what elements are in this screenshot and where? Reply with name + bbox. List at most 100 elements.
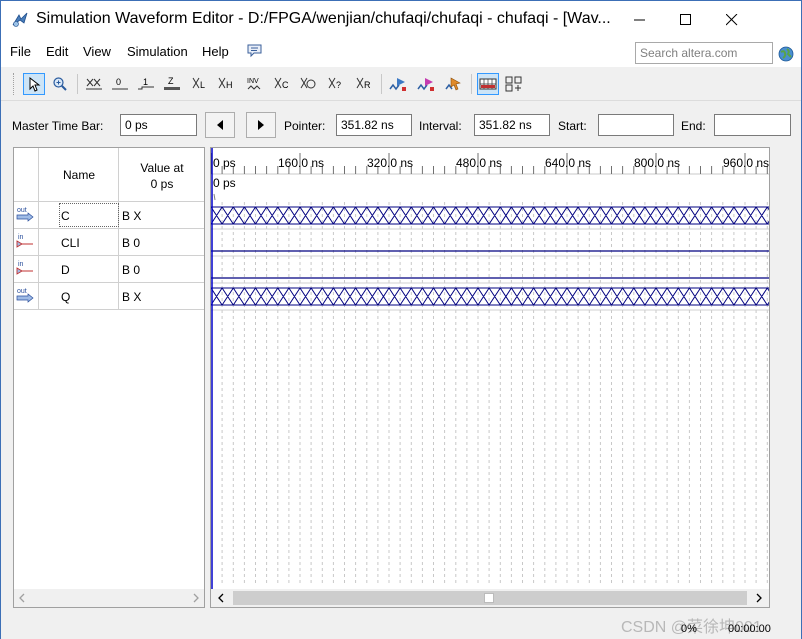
snap-to-grid-icon	[479, 78, 497, 90]
menu-view[interactable]: View	[83, 44, 111, 59]
value-header-line1: Value at	[140, 161, 184, 175]
signal-list-panel: Name Value at 0 ps out C B X in CLI B 0 …	[13, 147, 205, 608]
svg-text:1: 1	[143, 77, 148, 87]
force-weak-high-button[interactable]: H	[215, 73, 237, 95]
scroll-thumb-grip[interactable]	[484, 593, 494, 603]
ruler-label: 480.0 ns	[456, 156, 502, 170]
arbitrary-value-icon: R	[356, 77, 371, 90]
value-header-line2: 0 ps	[150, 177, 174, 191]
run-timing-simulation-button[interactable]	[415, 73, 437, 95]
toolbar-separator	[471, 74, 472, 94]
signal-name: D	[61, 263, 70, 277]
pointer-label: Pointer:	[284, 119, 326, 133]
menu-help[interactable]: Help	[202, 44, 229, 59]
app-icon	[12, 12, 28, 27]
menu-bar: File Edit View Simulation Help Search al…	[1, 39, 801, 67]
next-transition-button[interactable]	[246, 112, 276, 138]
force-low-button[interactable]: 0	[109, 73, 131, 95]
signal-row[interactable]: in D B 0	[14, 256, 204, 283]
waveform-panel[interactable]: 0 ps 160.0 ns 320.0 ns 480.0 ns 640.0 ns 800.…	[210, 147, 770, 608]
run-functional-simulation-icon	[389, 78, 406, 91]
menu-edit[interactable]: Edit	[46, 44, 68, 59]
interval-input[interactable]: 351.82 ns	[474, 114, 550, 136]
force-high-icon: 1	[138, 77, 154, 90]
start-input[interactable]	[598, 114, 674, 136]
force-high-button[interactable]: 1	[135, 73, 157, 95]
timeline-ruler[interactable]: 0 ps 160.0 ns 320.0 ns 480.0 ns 640.0 ns 800.…	[211, 153, 769, 174]
force-weak-low-button[interactable]: L	[189, 73, 211, 95]
waveform-hscrollbar[interactable]	[211, 589, 769, 607]
waveform-vscrollbar[interactable]	[772, 147, 793, 608]
svg-text:out: out	[17, 288, 27, 295]
scroll-right-icon[interactable]	[755, 593, 763, 603]
snap-to-grid-button[interactable]	[477, 73, 499, 95]
random-values-button[interactable]: ?	[325, 73, 347, 95]
previous-transition-button[interactable]	[205, 112, 235, 138]
run-functional-simulation-button[interactable]	[387, 73, 409, 95]
close-button[interactable]	[709, 1, 755, 39]
help-chat-icon[interactable]	[247, 44, 263, 58]
signal-row[interactable]: out C B X	[14, 202, 204, 229]
svg-text:C: C	[282, 80, 289, 90]
pointer-input[interactable]: 351.82 ns	[336, 114, 412, 136]
zoom-tool-icon	[53, 77, 67, 91]
menu-file[interactable]: File	[10, 44, 31, 59]
master-time-cursor-label: 0 ps	[213, 176, 236, 190]
end-input[interactable]	[714, 114, 791, 136]
title-bar: Simulation Waveform Editor - D:/FPGA/wen…	[1, 1, 801, 39]
count-value-button[interactable]: C	[271, 73, 293, 95]
svg-text:0: 0	[116, 77, 121, 87]
signal-value: B 0	[122, 263, 141, 277]
svg-text:H: H	[226, 80, 233, 90]
overwrite-clock-button[interactable]	[297, 73, 319, 95]
window-title: Simulation Waveform Editor - D:/FPGA/wen…	[36, 10, 611, 27]
scroll-left-icon[interactable]	[18, 593, 26, 603]
unknown-waveform	[211, 206, 769, 225]
zoom-tool-button[interactable]	[49, 73, 71, 95]
status-bar: CSDN @菜徐坤001 0% 00:00:00	[1, 613, 801, 639]
toolbar-grip[interactable]	[13, 73, 16, 95]
generate-netlist-button[interactable]	[443, 73, 465, 95]
minimize-button[interactable]	[617, 1, 663, 39]
arrow-left-icon	[217, 120, 223, 130]
main-window: Simulation Waveform Editor - D:/FPGA/wen…	[0, 0, 802, 639]
svg-text:in: in	[18, 234, 24, 241]
pointer-tool-button[interactable]	[23, 73, 45, 95]
scroll-right-icon[interactable]	[192, 593, 200, 603]
svg-text:Z: Z	[168, 76, 174, 86]
interval-label: Interval:	[419, 119, 462, 133]
arbitrary-value-button[interactable]: R	[353, 73, 375, 95]
maximize-button[interactable]	[663, 1, 709, 39]
menu-simulation[interactable]: Simulation	[127, 44, 188, 59]
force-weak-high-icon: H	[218, 77, 233, 90]
scroll-left-icon[interactable]	[217, 593, 225, 603]
progress-percent: 0%	[681, 623, 697, 635]
master-time-bar-input[interactable]: 0 ps	[120, 114, 197, 136]
signal-row[interactable]: in CLI B 0	[14, 229, 204, 256]
force-high-impedance-icon: Z	[164, 76, 180, 90]
force-high-impedance-button[interactable]: Z	[161, 73, 183, 95]
search-input[interactable]: Search altera.com	[635, 42, 773, 64]
unknown-waveform	[211, 287, 769, 306]
svg-text:R: R	[364, 80, 371, 90]
waveform-canvas[interactable]: 0 ps 160.0 ns 320.0 ns 480.0 ns 640.0 ns 800.…	[211, 148, 769, 589]
signal-list-header: Name Value at 0 ps	[14, 148, 204, 202]
svg-text:in: in	[18, 261, 24, 268]
ruler-label: 640.0 ns	[545, 156, 591, 170]
overwrite-clock-icon	[300, 77, 316, 89]
ruler-label: 160.0 ns	[278, 156, 324, 170]
sort-button[interactable]	[503, 73, 525, 95]
svg-text:INV: INV	[247, 78, 259, 85]
count-value-icon: C	[274, 77, 289, 90]
force-weak-low-icon: L	[192, 77, 205, 90]
signal-row[interactable]: out Q B X	[14, 283, 204, 310]
globe-icon[interactable]	[778, 46, 794, 62]
elapsed-time: 00:00:00	[728, 623, 771, 635]
invert-button[interactable]: INV	[245, 73, 267, 95]
signal-list-hscrollbar[interactable]	[14, 589, 204, 607]
cursor-marker	[213, 193, 216, 201]
force-unknown-button[interactable]	[83, 73, 105, 95]
output-pin-icon: out	[16, 288, 34, 303]
name-column-header[interactable]: Name	[40, 168, 118, 182]
value-column-header[interactable]: Value at 0 ps	[120, 160, 204, 192]
